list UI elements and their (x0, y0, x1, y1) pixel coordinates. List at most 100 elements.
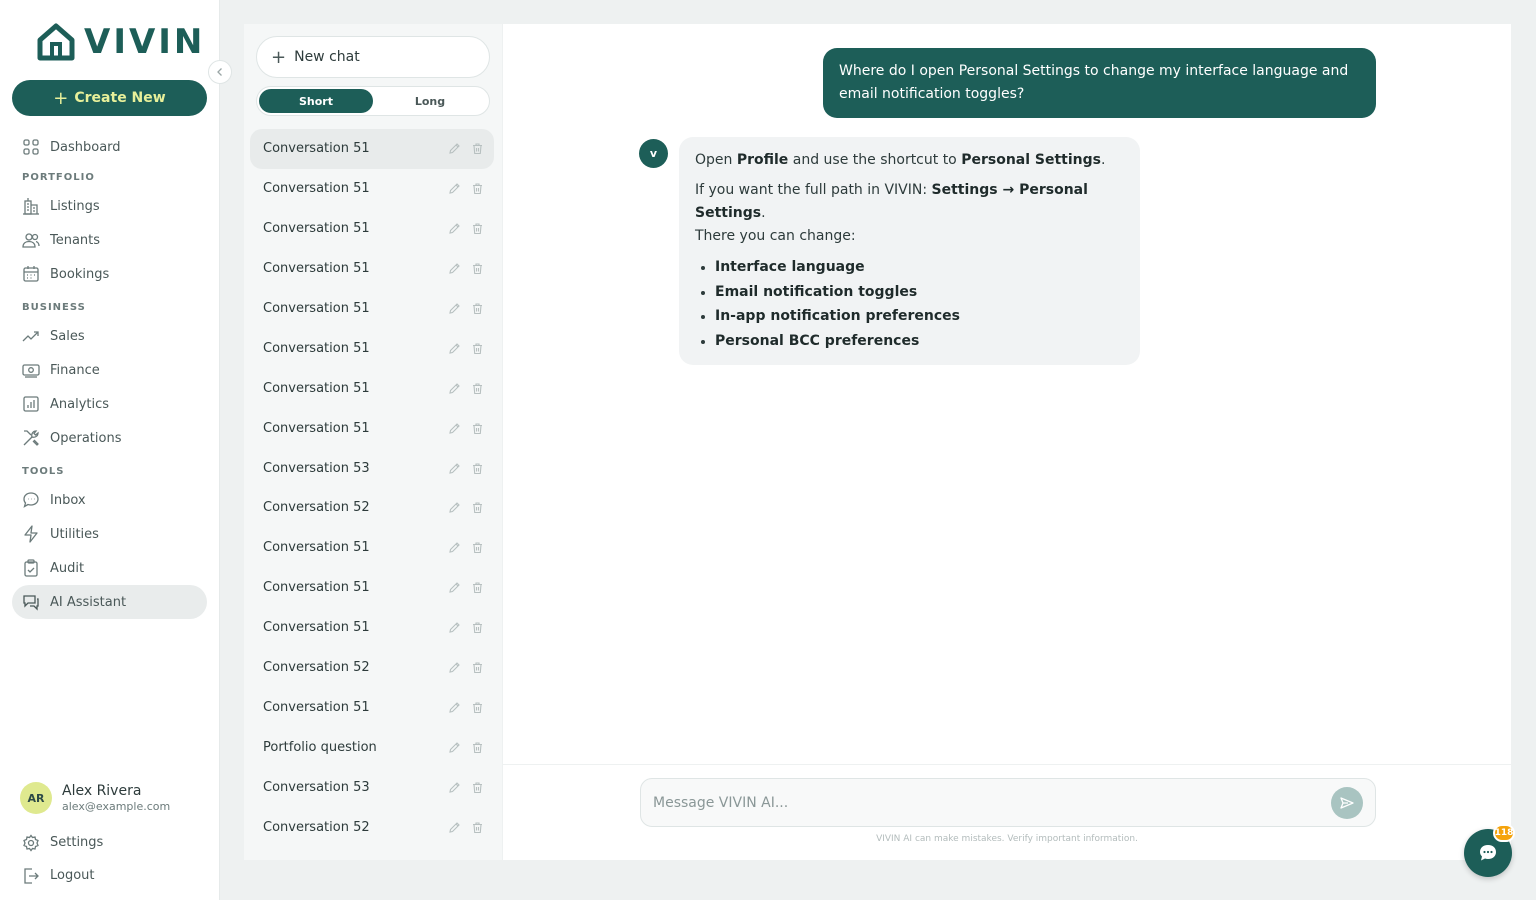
text: If you want the full path in VIVIN: (695, 182, 932, 198)
trash-icon[interactable] (471, 821, 484, 834)
conversation-item[interactable]: Conversation 51 (250, 687, 494, 727)
conversation-item[interactable]: Conversation 51 (250, 408, 494, 448)
pencil-icon[interactable] (448, 501, 461, 514)
conversation-item[interactable]: Conversation 51 (250, 209, 494, 249)
sidebar-item-settings[interactable]: Settings (12, 826, 207, 859)
pencil-icon[interactable] (448, 422, 461, 435)
sidebar-item-tenants[interactable]: Tenants (12, 223, 207, 257)
sidebar-item-sales[interactable]: Sales (12, 319, 207, 353)
trash-icon[interactable] (471, 422, 484, 435)
lightning-icon (24, 525, 38, 543)
pencil-icon[interactable] (448, 621, 461, 634)
trash-icon[interactable] (471, 781, 484, 794)
pencil-icon[interactable] (448, 781, 461, 794)
trash-icon[interactable] (471, 501, 484, 514)
pencil-icon[interactable] (448, 462, 461, 475)
conversation-item[interactable]: Conversation 51 (250, 129, 494, 169)
assistant-message: Open Profile and use the shortcut to Per… (679, 137, 1140, 365)
toggle-long[interactable]: Long (373, 89, 487, 113)
sidebar-item-inbox[interactable]: Inbox (12, 483, 207, 517)
collapse-sidebar-button[interactable] (208, 60, 232, 84)
sidebar-item-label: Audit (50, 560, 85, 576)
conversation-item[interactable]: Portfolio question (250, 727, 494, 767)
pencil-icon[interactable] (448, 581, 461, 594)
trash-icon[interactable] (471, 741, 484, 754)
conversation-actions (448, 209, 484, 249)
trash-icon[interactable] (471, 541, 484, 554)
sidebar-item-finance[interactable]: Finance (12, 353, 207, 387)
pencil-icon[interactable] (448, 182, 461, 195)
trash-icon[interactable] (471, 222, 484, 235)
sidebar-item-logout[interactable]: Logout (12, 859, 207, 892)
pencil-icon[interactable] (448, 302, 461, 315)
section-tools: TOOLS (22, 465, 65, 477)
chevron-left-icon (217, 68, 222, 76)
user-profile[interactable]: AR Alex Rivera alex@example.com (20, 782, 170, 814)
trend-up-icon (22, 331, 39, 342)
message-input[interactable] (653, 779, 1313, 826)
conversation-actions (448, 727, 484, 767)
conversation-item[interactable]: Conversation 51 (250, 368, 494, 408)
sidebar-item-listings[interactable]: Listings (12, 189, 207, 223)
user-email: alex@example.com (62, 800, 171, 813)
create-new-button[interactable]: + Create New (12, 80, 207, 116)
conversation-item[interactable]: Conversation 52 (250, 648, 494, 688)
trash-icon[interactable] (471, 342, 484, 355)
conversation-item[interactable]: Conversation 51 (250, 528, 494, 568)
pencil-icon[interactable] (448, 382, 461, 395)
pencil-icon[interactable] (448, 222, 461, 235)
trash-icon[interactable] (471, 661, 484, 674)
trash-icon[interactable] (471, 382, 484, 395)
pencil-icon[interactable] (448, 741, 461, 754)
trash-icon[interactable] (471, 262, 484, 275)
conversation-actions (448, 687, 484, 727)
pencil-icon[interactable] (448, 262, 461, 275)
conversation-actions (448, 488, 484, 528)
sidebar-item-bookings[interactable]: Bookings (12, 257, 207, 291)
send-icon (1340, 797, 1354, 809)
pencil-icon[interactable] (448, 541, 461, 554)
conversation-item[interactable]: Conversation 51 (250, 608, 494, 648)
conversation-item[interactable]: Conversation 53 (250, 767, 494, 807)
send-button[interactable] (1331, 787, 1363, 819)
sidebar-item-ai-assistant[interactable]: AI Assistant (12, 585, 207, 619)
conversation-actions (448, 289, 484, 329)
conversation-actions (448, 368, 484, 408)
conversation-item[interactable]: Conversation 51 (250, 568, 494, 608)
sidebar-item-utilities[interactable]: Utilities (12, 517, 207, 551)
trash-icon[interactable] (471, 462, 484, 475)
logo[interactable]: VIVIN (36, 22, 205, 62)
trash-icon[interactable] (471, 621, 484, 634)
trash-icon[interactable] (471, 182, 484, 195)
toggle-short[interactable]: Short (259, 89, 373, 113)
conversation-item[interactable]: Conversation 51 (250, 289, 494, 329)
conversation-item[interactable]: Conversation 53 (250, 448, 494, 488)
conversation-item[interactable]: Conversation 51 (250, 249, 494, 289)
sidebar-item-dashboard[interactable]: Dashboard (12, 130, 207, 164)
sidebar-item-operations[interactable]: Operations (12, 421, 207, 455)
trash-icon[interactable] (471, 142, 484, 155)
sidebar-item-analytics[interactable]: Analytics (12, 387, 207, 421)
pencil-icon[interactable] (448, 701, 461, 714)
sidebar-item-label: Operations (50, 430, 122, 446)
bar-chart-icon (23, 396, 39, 412)
conversation-item[interactable]: Conversation 51 (250, 169, 494, 209)
sidebar-nav: Dashboard PORTFOLIO Listings Tenants Boo… (12, 130, 207, 619)
chat-area: Where do I open Personal Settings to cha… (503, 24, 1511, 860)
conversation-item[interactable]: Conversation 52 (250, 488, 494, 528)
sidebar-item-audit[interactable]: Audit (12, 551, 207, 585)
ai-chat-icon (23, 595, 39, 611)
new-chat-button[interactable]: + New chat (256, 36, 490, 78)
pencil-icon[interactable] (448, 342, 461, 355)
trash-icon[interactable] (471, 302, 484, 315)
conversation-item[interactable]: Conversation 51 (250, 328, 494, 368)
trash-icon[interactable] (471, 701, 484, 714)
tools-icon (23, 430, 39, 446)
conversation-actions (448, 169, 484, 209)
list-item: Email notification toggles (695, 280, 1124, 305)
pencil-icon[interactable] (448, 821, 461, 834)
pencil-icon[interactable] (448, 142, 461, 155)
pencil-icon[interactable] (448, 661, 461, 674)
conversation-item[interactable]: Conversation 52 (250, 807, 494, 847)
trash-icon[interactable] (471, 581, 484, 594)
